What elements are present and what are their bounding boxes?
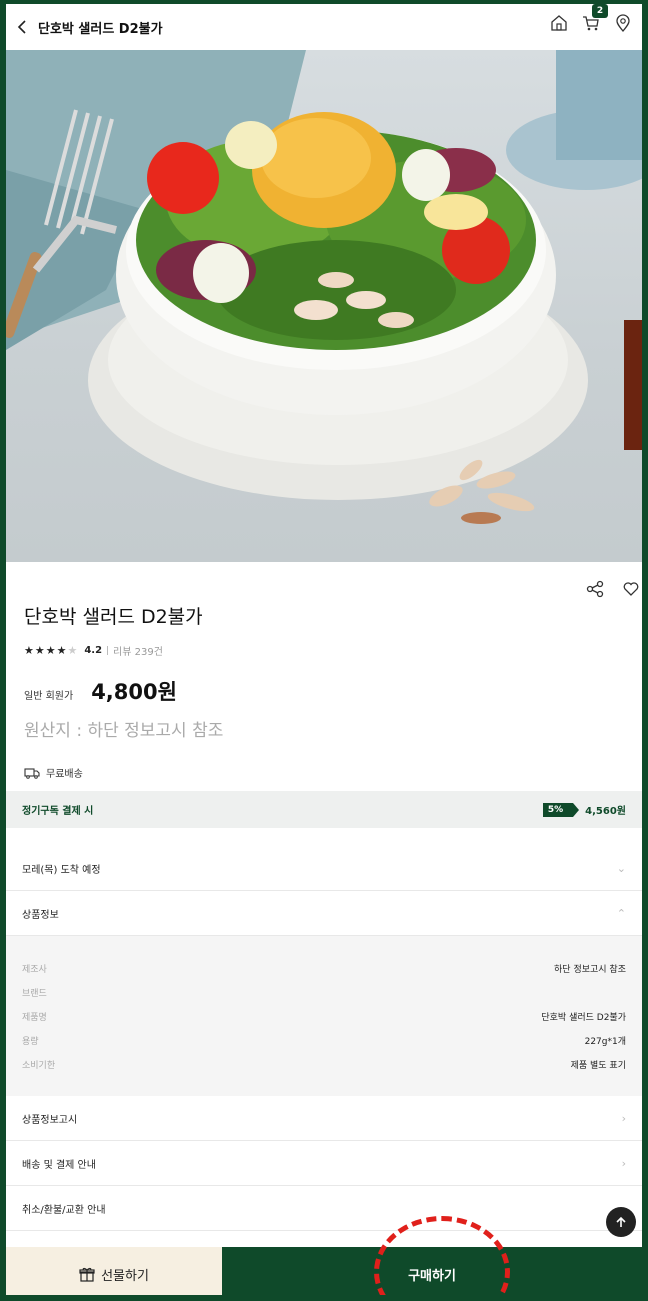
home-icon	[551, 15, 567, 31]
home-button[interactable]	[550, 14, 568, 32]
cart-button[interactable]: 2	[582, 4, 608, 32]
back-button[interactable]	[6, 4, 38, 50]
cancel-refund-label: 취소/환불/교환 안내	[22, 1204, 106, 1216]
shipping-row: 무료배송	[24, 765, 642, 780]
chevron-down-icon: ⌄	[616, 861, 626, 875]
spec-row: 브랜드	[22, 980, 626, 1004]
spec-key: 제조사	[22, 964, 47, 975]
product-name: 단호박 샐러드 D2불가	[24, 606, 203, 628]
location-pin-icon	[616, 14, 630, 33]
price-label: 일반 회원가	[24, 691, 74, 702]
chevron-right-icon: ›	[621, 1156, 626, 1170]
delivery-row[interactable]: 모레(목) 도착 예정 ⌄	[6, 846, 642, 891]
product-info-toggle[interactable]: 상품정보 ⌃	[6, 891, 642, 936]
discount-badge: 5%	[542, 802, 580, 817]
page-title: 단호박 샐러드 D2불가	[38, 21, 163, 37]
bottom-action-bar: 선물하기 구매하기	[6, 1247, 642, 1295]
price-value: 4,800원	[91, 680, 177, 704]
spec-row: 용량 227g*1개	[22, 1028, 626, 1052]
location-button[interactable]	[614, 14, 632, 33]
spec-value: 제품 별도 표기	[570, 1060, 626, 1071]
spec-value: 하단 정보고시 참조	[554, 964, 626, 975]
chevron-left-icon	[17, 20, 26, 34]
shipping-payment-label: 배송 및 결제 안내	[22, 1159, 96, 1171]
spec-key: 제품명	[22, 1012, 47, 1023]
spec-value: 227g*1개	[584, 1036, 626, 1047]
scroll-to-top-button[interactable]	[606, 1207, 636, 1237]
chevron-up-icon: ⌃	[616, 906, 626, 920]
spec-row: 제조사 하단 정보고시 참조	[22, 956, 626, 980]
notice-label: 상품정보고시	[22, 1114, 78, 1126]
heart-icon[interactable]	[622, 580, 640, 598]
chevron-right-icon: ›	[621, 1111, 626, 1125]
cart-count-badge: 2	[592, 4, 608, 18]
product-image	[6, 50, 642, 562]
subscription-label: 정기구독 결제 시	[22, 806, 94, 817]
top-header: 단호박 샐러드 D2불가 2	[6, 4, 642, 50]
spec-row: 제품명 단호박 샐러드 D2불가	[22, 1004, 626, 1028]
gift-icon	[79, 1267, 95, 1282]
spec-table: 제조사 하단 정보고시 참조 브랜드 제품명 단호박 샐러드 D2불가 용량 227g…	[6, 936, 642, 1096]
spec-key: 소비기한	[22, 1060, 56, 1071]
shipping-label: 무료배송	[46, 769, 83, 780]
product-info-label: 상품정보	[22, 909, 59, 921]
spec-key: 용량	[22, 1036, 39, 1047]
cancel-refund-row[interactable]: 취소/환불/교환 안내	[6, 1186, 642, 1231]
divider	[107, 646, 109, 655]
review-count-link[interactable]: 리뷰 239건	[113, 643, 163, 658]
arrow-up-icon	[616, 1216, 626, 1227]
origin-text: 원산지 : 하단 정보고시 참조	[24, 721, 224, 741]
app-frame: 단호박 샐러드 D2불가 2 단호박 샐러드 D2불가 ★★★★★ 4.2 리뷰…	[0, 0, 648, 1301]
shipping-payment-row[interactable]: 배송 및 결제 안내 ›	[6, 1141, 642, 1186]
spec-row: 소비기한 제품 별도 표기	[22, 1052, 626, 1076]
delivery-label: 모레(목) 도착 예정	[22, 864, 101, 876]
spec-key: 브랜드	[22, 988, 47, 999]
rating-row: ★★★★★ 4.2 리뷰 239건	[24, 643, 642, 658]
price-row: 일반 회원가 4,800원	[24, 676, 642, 706]
subscription-price: 4,560원	[585, 806, 626, 817]
star-rating-icon: ★★★★★	[24, 644, 79, 657]
gift-button[interactable]: 선물하기	[6, 1247, 222, 1295]
truck-icon	[24, 767, 40, 779]
spec-value: 단호박 샐러드 D2불가	[541, 1012, 626, 1023]
gift-label: 선물하기	[101, 1267, 149, 1283]
share-icon[interactable]	[586, 580, 604, 598]
salad-illustration	[6, 50, 642, 524]
product-info: 단호박 샐러드 D2불가 ★★★★★ 4.2 리뷰 239건 일반 회원가 4,…	[24, 580, 642, 780]
subscription-bar[interactable]: 정기구독 결제 시 5% 4,560원	[6, 791, 642, 828]
rating-value: 4.2	[84, 645, 103, 656]
notice-row[interactable]: 상품정보고시 ›	[6, 1096, 642, 1141]
